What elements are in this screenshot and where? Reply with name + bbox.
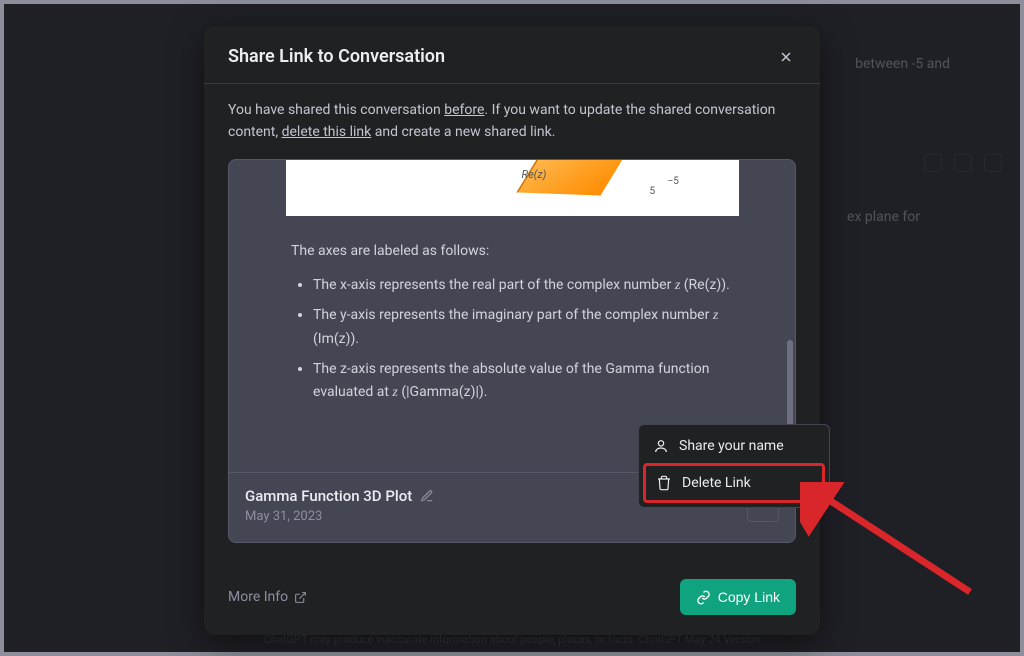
conversation-title: Gamma Function 3D Plot [245,487,412,505]
link-icon [696,590,711,605]
modal-header: Share Link to Conversation [204,26,820,84]
bullet-text: The z-axis represents the absolute value… [313,361,709,401]
external-link-icon [294,591,307,604]
list-item: The z-axis represents the absolute value… [313,358,747,406]
chart-image-stub: Re(z) 5 −5 [286,160,739,216]
user-icon [653,438,669,454]
more-info-label: More Info [228,589,288,605]
modal-footer: More Info Copy Link [204,565,820,635]
math-z: z [713,308,718,323]
close-icon [778,49,794,65]
preview-text: The axes are labeled as follows: The x-a… [229,216,795,421]
modal-title: Share Link to Conversation [228,46,445,67]
conversation-date: May 31, 2023 [245,509,434,524]
pencil-icon[interactable] [420,489,434,503]
share-link-modal: Share Link to Conversation You have shar… [204,26,820,635]
bullet-text: (Re(z)). [680,277,730,293]
list-item: The x-axis represents the real part of t… [313,274,747,298]
chart-tick: 5 [650,186,656,197]
trash-icon [656,475,672,491]
delete-this-link[interactable]: delete this link [282,124,372,140]
bullet-text: The x-axis represents the real part of t… [313,277,675,293]
more-options-dropdown: Share your name Delete Link [638,424,830,508]
chart-axis-label: Re(z) [522,168,547,181]
menu-item-label: Share your name [679,438,784,454]
copy-link-button[interactable]: Copy Link [680,579,796,615]
before-link[interactable]: before [444,102,484,118]
axes-list: The x-axis represents the real part of t… [291,274,747,405]
preview-intro: The axes are labeled as follows: [291,240,747,264]
more-info-link[interactable]: More Info [228,589,307,605]
list-item: The y-axis represents the imaginary part… [313,304,747,352]
chart-tick: −5 [668,176,679,187]
bullet-text: (Im(z)). [313,331,359,347]
bullet-text: (|Gamma(z)|). [398,384,488,400]
share-desc-text: You have shared this conversation [228,102,444,118]
menu-item-label: Delete Link [682,475,751,491]
bullet-text: The y-axis represents the imaginary part… [313,307,713,323]
delete-link-item[interactable]: Delete Link [643,463,825,503]
conversation-meta: Gamma Function 3D Plot May 31, 2023 [245,487,434,524]
close-button[interactable] [776,47,796,67]
share-your-name-item[interactable]: Share your name [643,429,825,463]
share-description: You have shared this conversation before… [228,100,796,143]
share-desc-text: and create a new shared link. [371,124,555,140]
copy-link-label: Copy Link [718,589,780,605]
